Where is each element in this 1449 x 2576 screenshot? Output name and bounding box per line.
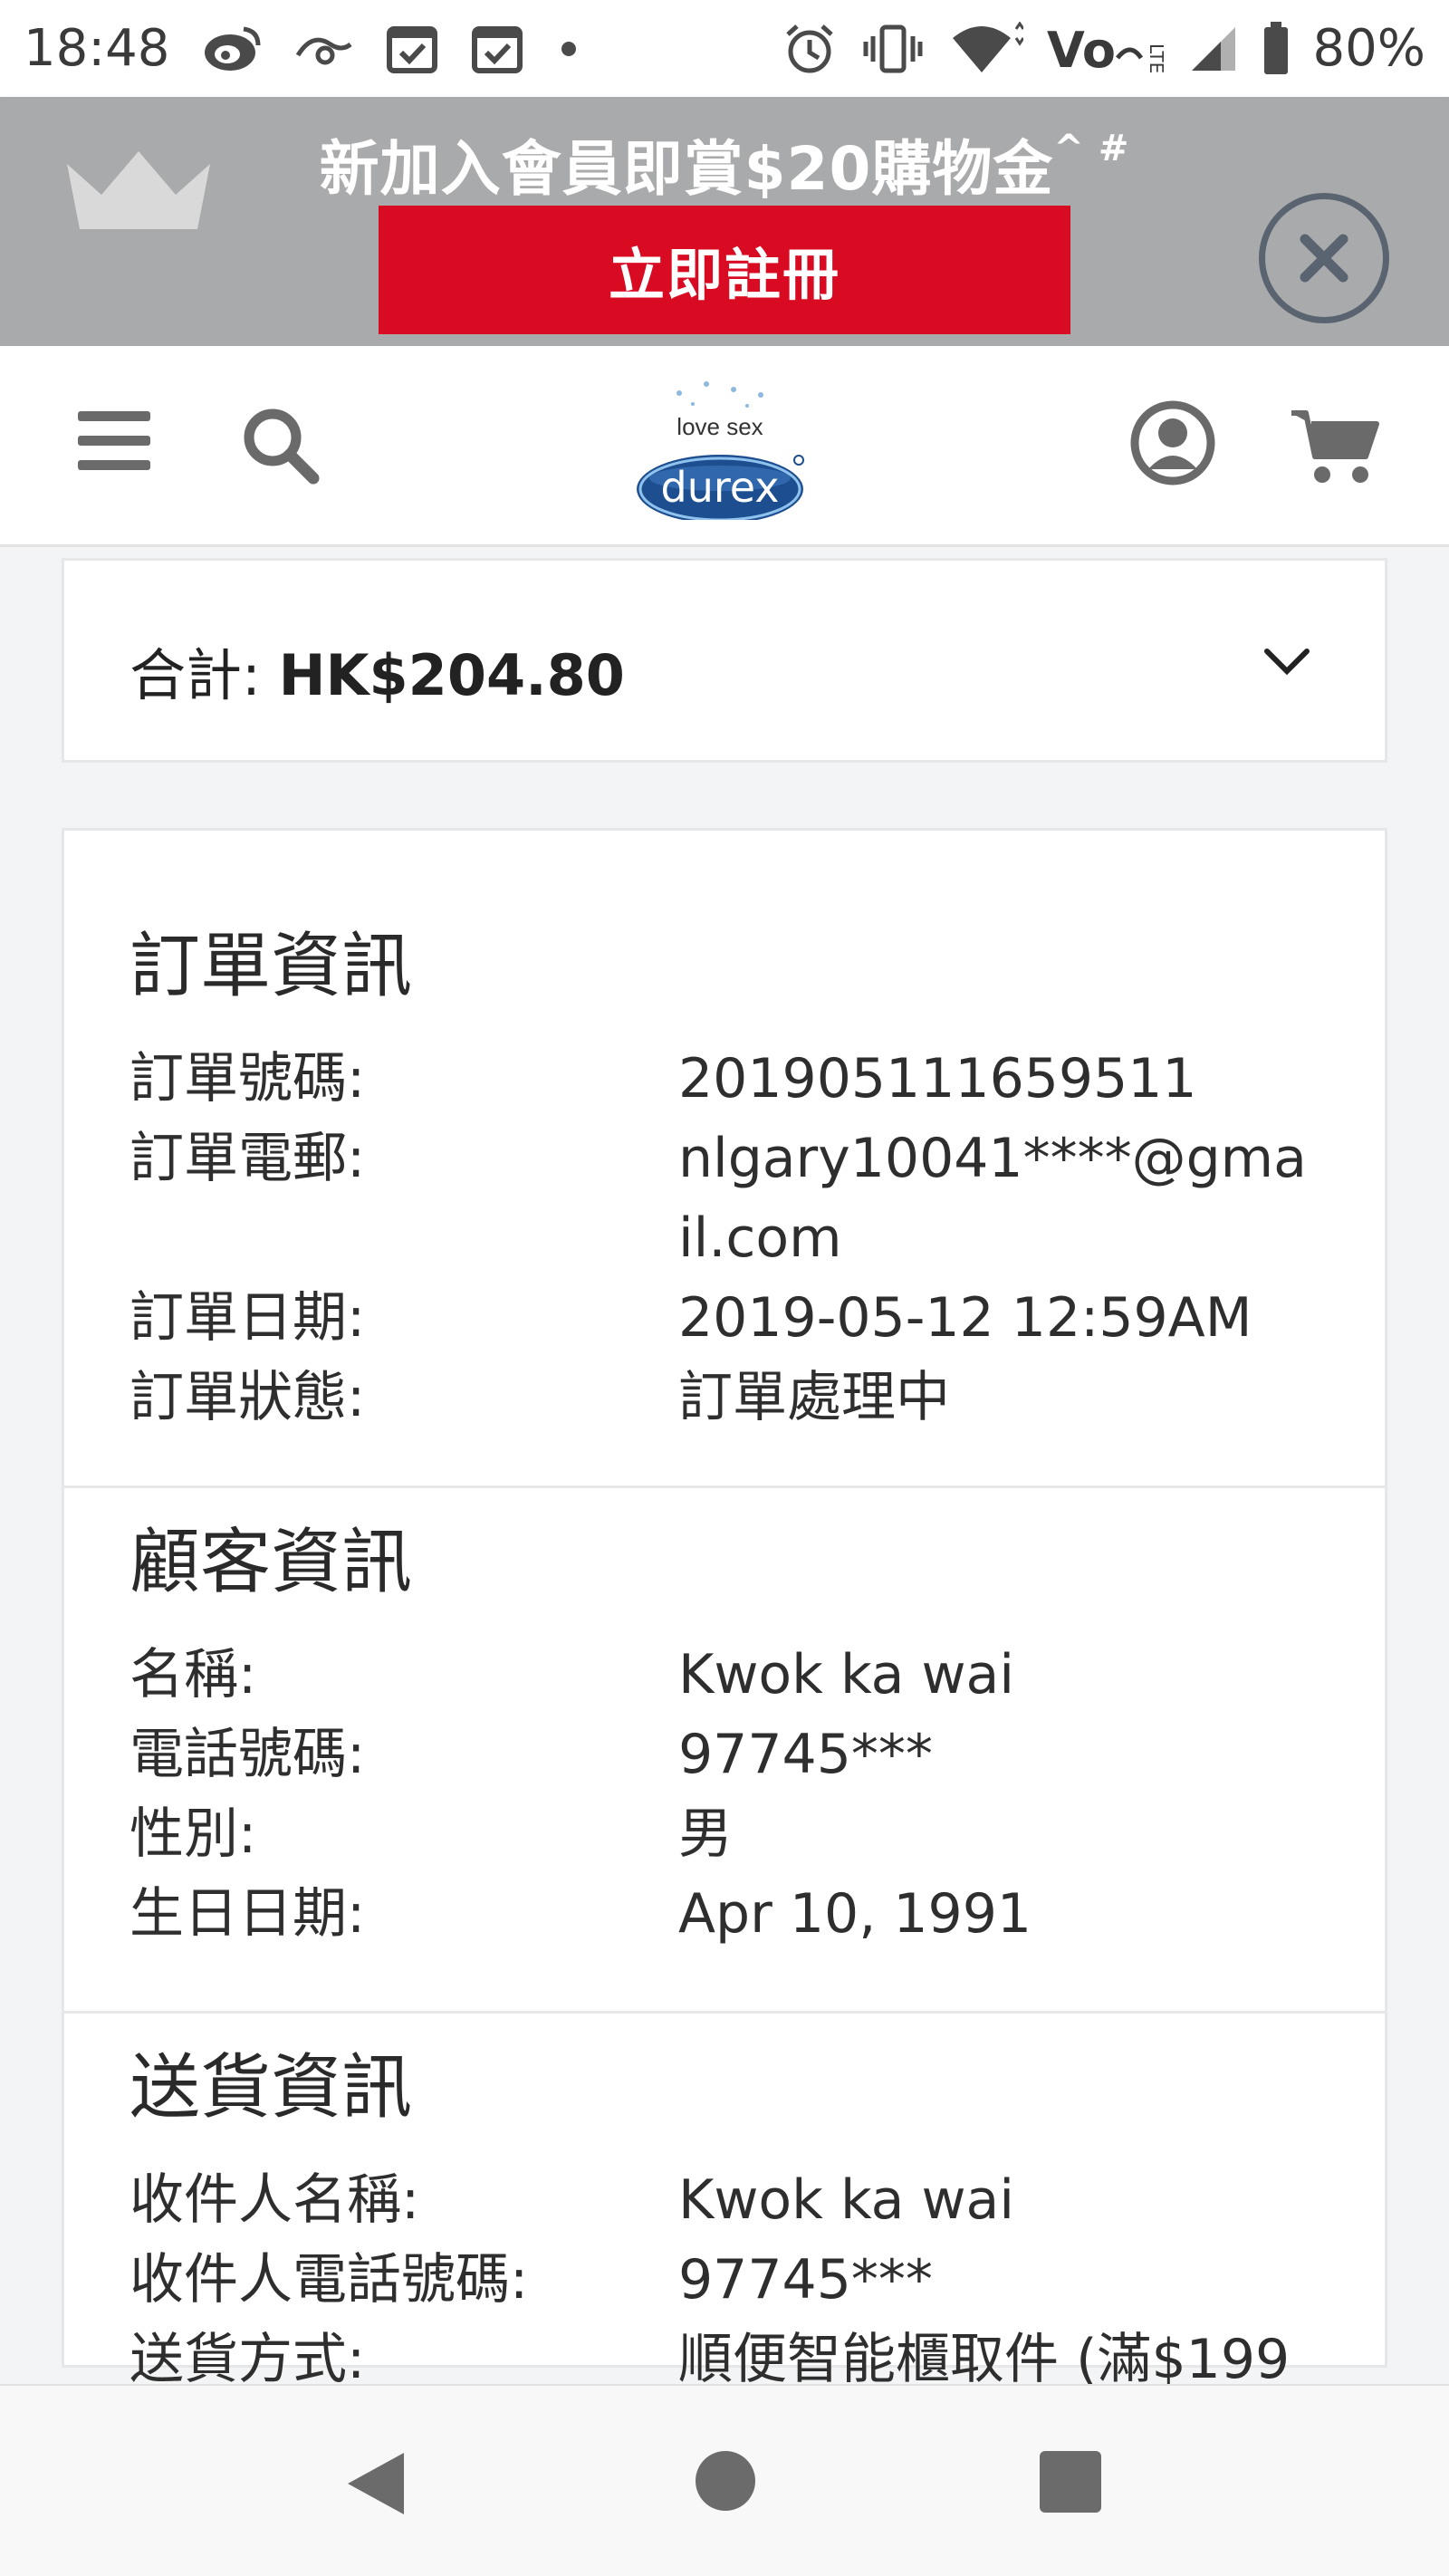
menu-icon-line <box>78 411 150 421</box>
menu-icon-line <box>78 460 150 470</box>
notification-icon <box>294 28 354 70</box>
promo-text: 新加入會員即賞$20購物金^ # <box>299 120 1150 207</box>
row-label: 名稱: <box>130 1643 257 1706</box>
logo-brand: durex <box>661 463 780 512</box>
battery-icon <box>1262 21 1290 76</box>
recent-apps-button[interactable] <box>1040 2451 1101 2513</box>
close-icon <box>1300 234 1348 283</box>
row-label: 生日日期: <box>130 1882 366 1946</box>
battery-level: 80% <box>1312 19 1425 78</box>
promo-banner: 新加入會員即賞$20購物金^ # 立即註冊 <box>0 97 1449 346</box>
signal-icon <box>1188 24 1239 74</box>
row-label: 訂單號碼: <box>130 1047 366 1110</box>
row-label: 電話號碼: <box>130 1723 366 1786</box>
register-now-button[interactable]: 立即註冊 <box>379 206 1070 334</box>
logo-tagline: love sex <box>677 413 763 440</box>
row-label: 收件人電話號碼: <box>130 2248 529 2312</box>
status-time: 18:48 <box>24 19 170 78</box>
promo-headline: 新加入會員即賞$20購物金 <box>319 134 1054 204</box>
row-value: nlgary10041****@gmail.com <box>678 1127 1307 1270</box>
row-label: 性別: <box>130 1802 257 1866</box>
durex-logo-graphic: love sex durex <box>637 381 804 524</box>
order-email-row: 訂單電郵: nlgary10041****@gmail.com <box>130 1119 1319 1278</box>
account-icon[interactable] <box>1130 400 1215 485</box>
wifi-icon <box>949 21 1023 76</box>
home-button[interactable] <box>696 2451 755 2511</box>
row-value: 訂單處理中 <box>678 1366 950 1429</box>
customer-phone-row: 電話號碼: 97745*** <box>130 1715 1319 1794</box>
row-value: 男 <box>678 1802 733 1866</box>
order-status-row: 訂單狀態: 訂單處理中 <box>130 1358 1319 1437</box>
customer-gender-row: 性別: 男 <box>130 1794 1319 1874</box>
close-promo-button[interactable] <box>1259 193 1389 323</box>
order-info-section: 訂單資訊 訂單號碼: 201905111659511 訂單電郵: nlgary1… <box>64 831 1385 1488</box>
order-total: 合計: HK$204.80 <box>130 630 625 711</box>
calendar-check-icon <box>470 22 524 76</box>
order-total-card[interactable]: 合計: HK$204.80 <box>62 558 1387 763</box>
row-value: 201905111659511 <box>678 1047 1197 1110</box>
dot-icon <box>555 35 582 62</box>
customer-info-section: 顧客資訊 名稱: Kwok ka wai 電話號碼: 97745*** 性別: … <box>64 1488 1385 2014</box>
cart-icon[interactable] <box>1290 406 1380 487</box>
crown-icon <box>67 151 210 229</box>
order-date-row: 訂單日期: 2019-05-12 12:59AM <box>130 1278 1319 1358</box>
row-label: 訂單狀態: <box>130 1366 366 1429</box>
calendar-check-icon <box>385 22 439 76</box>
site-header: love sex durex <box>0 346 1449 547</box>
order-info-title: 訂單資訊 <box>130 926 413 1007</box>
order-details-card: 訂單資訊 訂單號碼: 201905111659511 訂單電郵: nlgary1… <box>62 828 1387 2391</box>
svg-text:LTE: LTE <box>1146 43 1165 73</box>
row-value: Kwok ka wai <box>678 1643 1014 1706</box>
back-icon[interactable] <box>344 2449 408 2518</box>
order-total-amount: HK$204.80 <box>278 642 625 708</box>
promo-footnote-marks: ^ # <box>1053 128 1130 169</box>
customer-name-row: 名稱: Kwok ka wai <box>130 1635 1319 1715</box>
row-value: 2019-05-12 12:59AM <box>678 1286 1252 1350</box>
alarm-icon <box>782 22 837 76</box>
row-value: Apr 10, 1991 <box>678 1882 1032 1946</box>
menu-icon-line <box>78 436 150 446</box>
status-bar: 18:48 Vo LTE 80% <box>0 0 1449 97</box>
row-label: 收件人名稱: <box>130 2168 420 2232</box>
menu-button[interactable] <box>78 411 150 471</box>
weibo-icon <box>200 24 264 74</box>
customer-info-title: 顧客資訊 <box>130 1522 413 1603</box>
order-number-row: 訂單號碼: 201905111659511 <box>130 1039 1319 1119</box>
recipient-phone-row: 收件人電話號碼: 97745*** <box>130 2240 1319 2320</box>
svg-text:Vo: Vo <box>1047 22 1116 76</box>
page: 18:48 Vo LTE 80% 新加入會員即賞$20購物金^ # 立即註冊 l… <box>0 0 1449 2576</box>
row-value: 97745*** <box>678 2248 933 2312</box>
delivery-info-title: 送貨資訊 <box>130 2047 413 2129</box>
vibrate-icon <box>860 24 926 74</box>
row-label: 訂單日期: <box>130 1286 366 1350</box>
row-value: 97745*** <box>678 1723 933 1786</box>
search-icon[interactable] <box>239 404 321 485</box>
volte-icon: Vo LTE <box>1047 22 1165 76</box>
durex-logo[interactable]: love sex durex <box>625 366 815 524</box>
order-total-label: 合計: <box>130 642 261 708</box>
chevron-down-icon[interactable] <box>1262 644 1312 680</box>
customer-birthday-row: 生日日期: Apr 10, 1991 <box>130 1874 1319 1954</box>
system-navigation-bar <box>0 2384 1449 2576</box>
row-label: 訂單電郵: <box>130 1127 366 1190</box>
row-value: Kwok ka wai <box>678 2168 1014 2232</box>
recipient-name-row: 收件人名稱: Kwok ka wai <box>130 2160 1319 2240</box>
